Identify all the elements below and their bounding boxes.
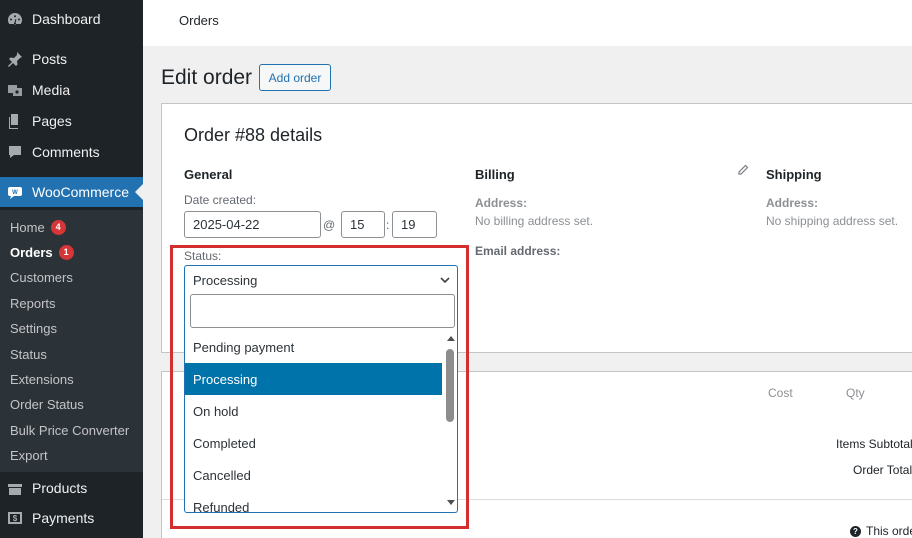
status-search-input[interactable] (190, 294, 455, 328)
minute-input[interactable]: 19 (392, 211, 437, 238)
submenu-export-label: Export (10, 447, 48, 463)
scrollbar-thumb[interactable] (446, 349, 454, 422)
header-title: Orders (179, 13, 219, 28)
qty-column-header: Qty (846, 386, 865, 400)
billing-address-label: Address: (475, 196, 528, 210)
submenu-status-label: Status (10, 346, 47, 362)
media-icon (7, 82, 23, 98)
edit-billing-pencil-icon[interactable] (737, 164, 749, 176)
menu-dashboard[interactable]: Dashboard (0, 4, 143, 34)
submenu-customers-label: Customers (10, 269, 73, 285)
chevron-down-icon (440, 277, 450, 284)
status-option-completed[interactable]: Completed (185, 427, 442, 459)
status-select[interactable]: Processing (184, 265, 458, 294)
date-created-input[interactable]: 2025-04-22 (184, 211, 321, 238)
items-subtotal-label: Items Subtotal: (836, 437, 912, 451)
submenu-orders-label: Orders (10, 244, 53, 260)
help-note: ? This orde (850, 524, 912, 538)
payments-icon: $ (7, 510, 23, 526)
submenu-home[interactable]: Home 4 (10, 217, 66, 237)
menu-payments-label: Payments (32, 510, 95, 526)
menu-woocommerce[interactable]: W WooCommerce (0, 177, 143, 207)
current-menu-arrow (135, 184, 143, 200)
status-label: Status: (184, 249, 222, 263)
help-note-text: This orde (866, 524, 912, 538)
status-dropdown: Pending payment Processing On hold Compl… (184, 294, 458, 513)
submenu-order-status-label: Order Status (10, 396, 84, 412)
billing-email-label: Email address: (475, 244, 561, 258)
top-header: Orders (143, 0, 912, 46)
pin-icon (7, 51, 23, 67)
submenu-bulk-price-converter-label: Bulk Price Converter (10, 422, 130, 438)
orders-count-badge: 1 (58, 244, 74, 260)
billing-heading: Billing (475, 167, 515, 182)
menu-media-label: Media (32, 82, 71, 98)
pages-icon (7, 113, 23, 129)
submenu-order-status[interactable]: Order Status (10, 394, 84, 414)
woocommerce-icon: W (7, 184, 23, 200)
comment-icon (7, 144, 23, 160)
menu-comments[interactable]: Comments (0, 137, 143, 167)
status-option-processing[interactable]: Processing (185, 363, 442, 395)
submenu-reports[interactable]: Reports (10, 293, 56, 313)
status-option-on-hold[interactable]: On hold (185, 395, 442, 427)
time-separator: : (386, 218, 390, 232)
submenu-settings-label: Settings (10, 320, 57, 336)
submenu-settings[interactable]: Settings (10, 318, 57, 338)
status-selected-value: Processing (193, 273, 258, 288)
submenu-extensions-label: Extensions (10, 371, 74, 387)
shipping-address-value: No shipping address set. (766, 214, 899, 228)
menu-posts-label: Posts (32, 51, 68, 67)
at-separator: @ (323, 218, 336, 232)
menu-products-label: Products (32, 480, 88, 496)
submenu-extensions[interactable]: Extensions (10, 369, 74, 389)
svg-text:W: W (12, 190, 18, 196)
status-option-pending-payment[interactable]: Pending payment (185, 331, 442, 363)
menu-comments-label: Comments (32, 144, 100, 160)
menu-products[interactable]: Products (0, 473, 143, 503)
date-created-label: Date created: (184, 193, 257, 207)
home-count-badge: 4 (50, 219, 66, 235)
submenu-customers[interactable]: Customers (10, 267, 73, 287)
woocommerce-submenu: Home 4 Orders 1 Customers Reports Settin… (0, 210, 143, 472)
shipping-address-label: Address: (766, 196, 819, 210)
billing-address-value: No billing address set. (475, 214, 594, 228)
dashboard-icon (7, 11, 23, 27)
scroll-down-icon[interactable] (447, 500, 455, 505)
menu-payments[interactable]: $ Payments (0, 503, 143, 533)
submenu-export[interactable]: Export (10, 445, 48, 465)
menu-media[interactable]: Media (0, 75, 143, 105)
svg-text:$: $ (13, 514, 18, 523)
add-order-button[interactable]: Add order (259, 64, 331, 91)
status-option-refunded[interactable]: Refunded (185, 491, 442, 513)
general-heading: General (184, 167, 233, 182)
shipping-heading: Shipping (766, 167, 822, 182)
admin-sidebar: Dashboard Posts Media Pages Comments W W… (0, 0, 143, 538)
submenu-home-label: Home (10, 219, 45, 235)
menu-pages[interactable]: Pages (0, 106, 143, 136)
submenu-reports-label: Reports (10, 295, 56, 311)
order-total-label: Order Total: (853, 463, 912, 477)
submenu-bulk-price-converter[interactable]: Bulk Price Converter (10, 420, 129, 440)
order-heading: Order #88 details (184, 125, 323, 145)
status-option-cancelled[interactable]: Cancelled (185, 459, 442, 491)
hour-input[interactable]: 15 (341, 211, 385, 238)
dropdown-scrollbar[interactable] (443, 334, 457, 511)
cost-column-header: Cost (768, 386, 793, 400)
page-title: Edit order (161, 66, 253, 89)
products-icon (7, 480, 23, 496)
submenu-status[interactable]: Status (10, 344, 47, 364)
menu-dashboard-label: Dashboard (32, 11, 101, 27)
menu-pages-label: Pages (32, 113, 72, 129)
scroll-up-icon[interactable] (447, 336, 455, 341)
help-icon[interactable]: ? (850, 525, 861, 537)
submenu-orders[interactable]: Orders 1 (10, 242, 74, 262)
menu-posts[interactable]: Posts (0, 44, 143, 74)
menu-woocommerce-label: WooCommerce (32, 184, 129, 200)
